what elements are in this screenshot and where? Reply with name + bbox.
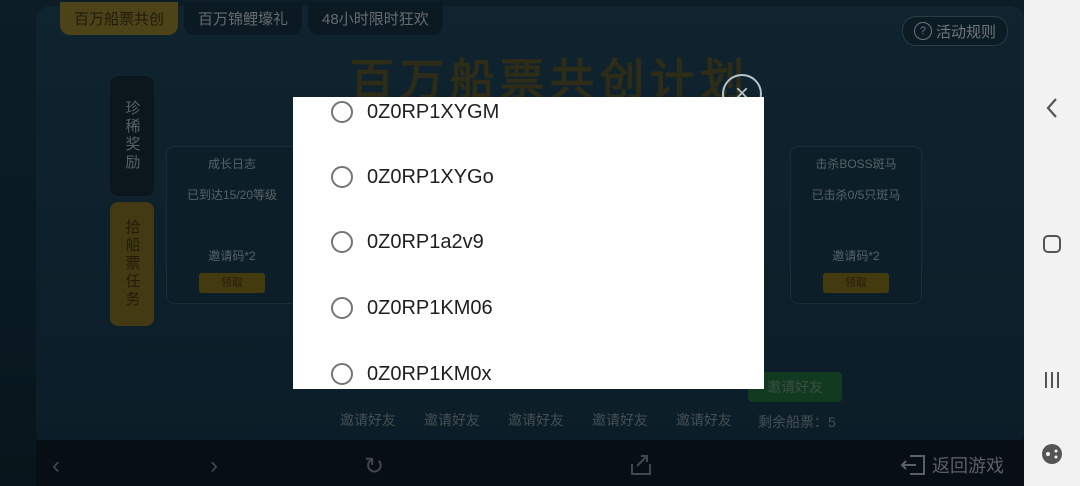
option-item[interactable]: 0Z0RP1KM0x: [331, 359, 492, 389]
radio-button[interactable]: [331, 297, 353, 319]
option-label: 0Z0RP1XYGM: [367, 100, 500, 123]
option-item[interactable]: 0Z0RP1XYGo: [331, 162, 494, 192]
selection-dialog: 0Z0RP1XYGM 0Z0RP1XYGo 0Z0RP1a2v9 0Z0RP1K…: [293, 97, 764, 389]
radio-button[interactable]: [331, 166, 353, 188]
home-icon[interactable]: [1038, 230, 1066, 258]
option-label: 0Z0RP1a2v9: [367, 230, 484, 253]
option-label: 0Z0RP1XYGo: [367, 165, 494, 188]
option-item[interactable]: 0Z0RP1KM06: [331, 293, 493, 323]
back-icon[interactable]: [1038, 94, 1066, 122]
game-tools-icon[interactable]: [1038, 440, 1066, 468]
android-nav-bar: [1024, 0, 1080, 486]
recents-icon[interactable]: [1038, 366, 1066, 394]
radio-button[interactable]: [331, 101, 353, 123]
radio-button[interactable]: [331, 363, 353, 385]
radio-button[interactable]: [331, 231, 353, 253]
option-item[interactable]: 0Z0RP1a2v9: [331, 227, 484, 257]
option-label: 0Z0RP1KM06: [367, 296, 493, 319]
option-item[interactable]: 0Z0RP1XYGM: [331, 97, 499, 127]
option-label: 0Z0RP1KM0x: [367, 362, 492, 385]
